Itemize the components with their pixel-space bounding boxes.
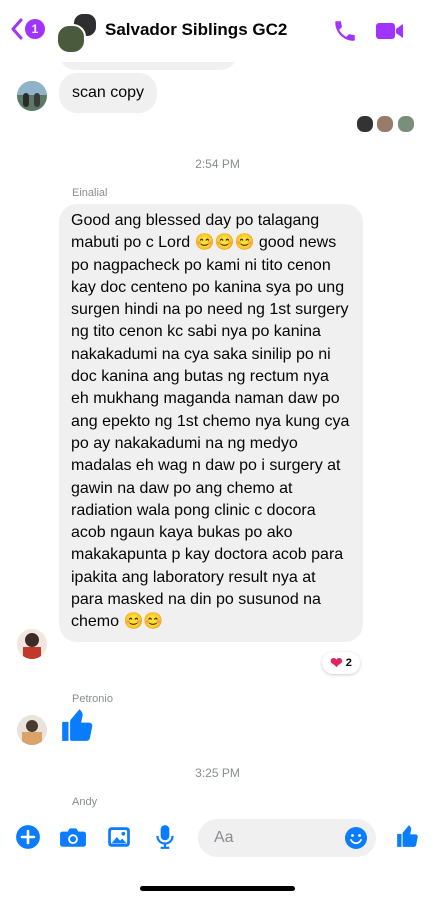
message-bubble[interactable]: scan copy [59,73,158,114]
sender-name: Einalial [72,187,108,199]
reaction-count: 2 [345,657,352,669]
emoji-button[interactable] [344,826,368,855]
emoji-icon [345,827,367,849]
message-input[interactable]: Aa [198,819,376,857]
composer-bar: Aa [0,812,435,864]
unread-badge: 1 [25,19,45,39]
seen-avatar [376,115,394,133]
message-text: Good ang blessed day po talagang mabuti … [71,212,350,631]
gallery-button[interactable] [106,824,132,855]
camera-icon [60,828,86,847]
phone-icon [335,21,355,41]
timestamp: 2:54 PM [195,157,240,171]
home-indicator [140,886,295,891]
like-button[interactable] [395,822,421,855]
plus-button[interactable] [15,824,41,855]
chat-header: 1 Salvador Siblings GC2 [0,0,435,62]
video-call-button[interactable] [375,18,405,49]
heart-icon: ❤ [330,655,343,672]
gallery-icon [108,827,130,847]
avatar[interactable] [17,629,47,659]
video-icon [376,23,403,39]
message-input-placeholder: Aa [214,829,234,846]
back-button[interactable]: 1 [10,18,45,40]
thumbs-up-icon [397,825,418,847]
avatar[interactable] [17,81,47,111]
thumbs-up-icon [62,709,93,741]
plus-icon [16,825,40,849]
chat-title[interactable]: Salvador Siblings GC2 [105,20,287,40]
seen-avatar [397,115,415,133]
call-button[interactable] [332,18,358,49]
voice-button[interactable] [154,824,176,855]
timestamp: 3:25 PM [195,766,240,780]
sender-name: Petronio [72,693,113,705]
thumbs-up-sticker[interactable] [59,705,97,750]
message-bubble-long[interactable]: Good ang blessed day po talagang mabuti … [59,204,363,642]
mic-icon [156,825,174,849]
sender-name: Andy [72,796,98,808]
back-icon [11,18,23,40]
avatar[interactable] [17,715,47,745]
camera-button[interactable] [59,824,87,855]
group-avatar[interactable] [56,12,98,54]
seen-avatar [356,115,374,133]
message-text: scan copy [72,84,145,101]
group-avatar-member-2 [56,24,86,54]
reaction-badge[interactable]: ❤ 2 [322,652,360,674]
